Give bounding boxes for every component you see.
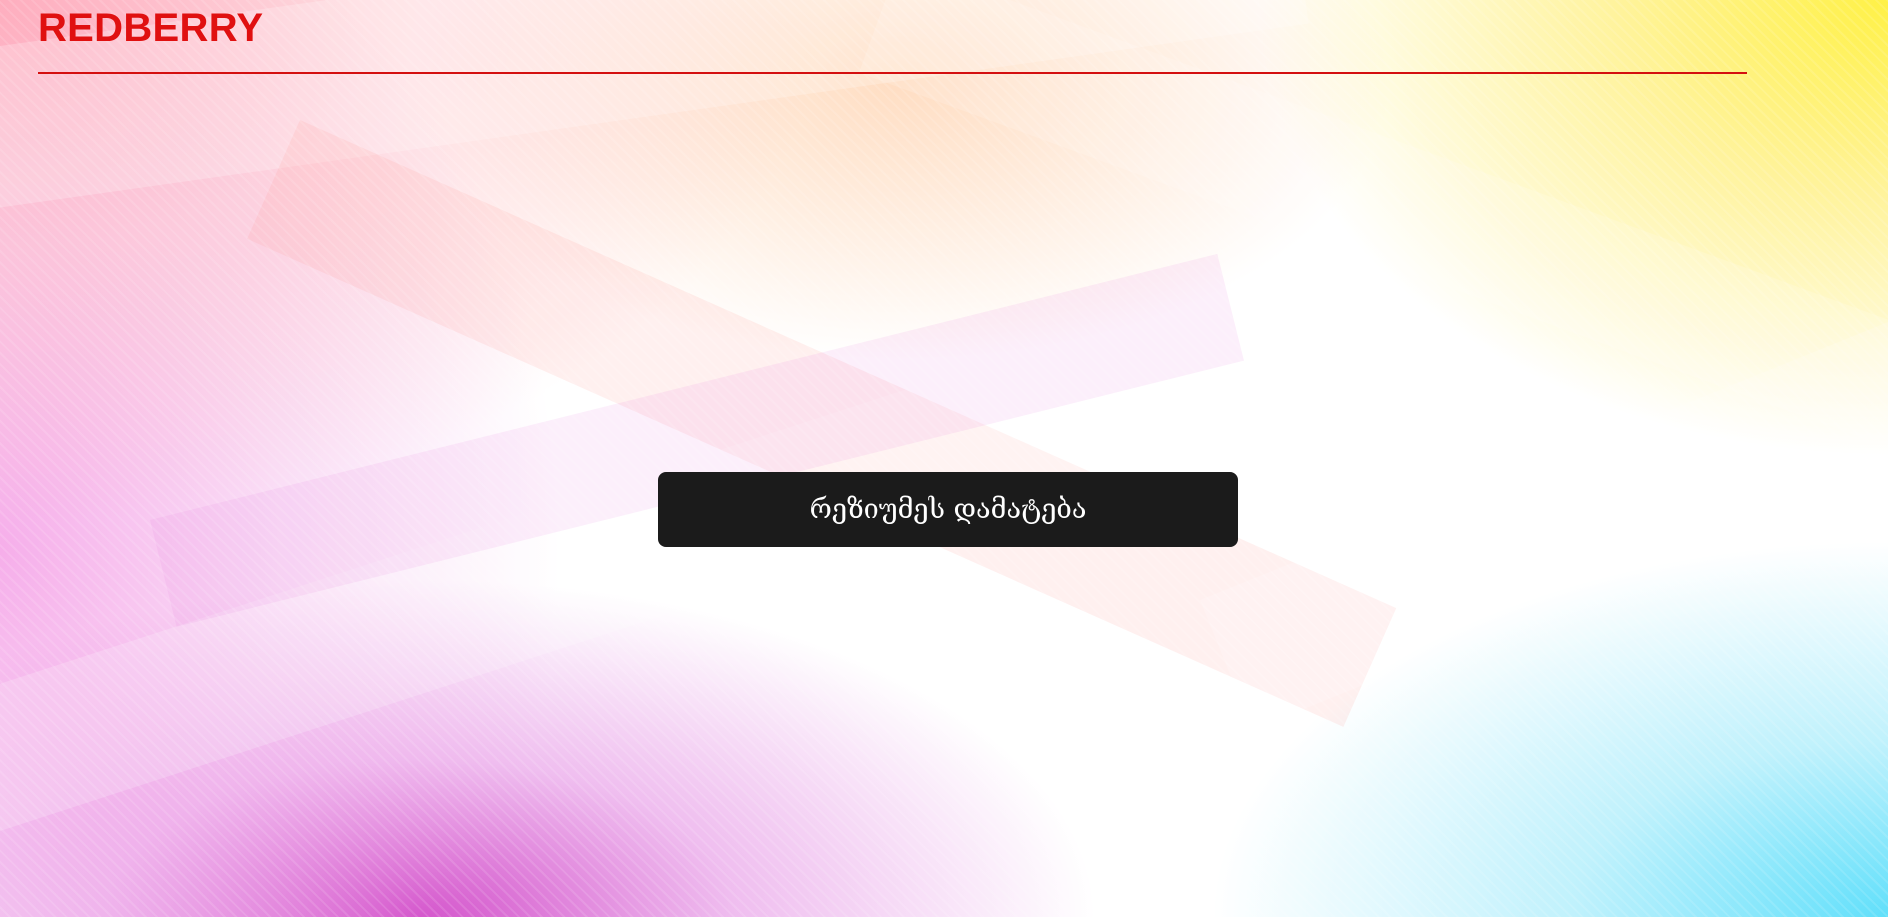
- background-stripes: [0, 0, 1888, 917]
- background-gradient: [0, 0, 1888, 917]
- add-resume-button[interactable]: რეზიუმეს დამატება: [658, 472, 1238, 547]
- top-header: REDBERRY: [38, 0, 1747, 74]
- redberry-logo[interactable]: REDBERRY: [38, 5, 263, 51]
